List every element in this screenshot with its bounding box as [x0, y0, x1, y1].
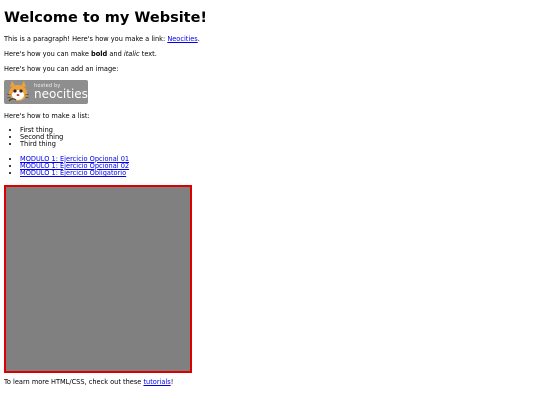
hosted-by-neocities-badge[interactable]: hosted by neocities [4, 79, 88, 104]
intro-text: This is a paragraph! Here's how you make… [4, 35, 168, 43]
list-item: First thing [20, 126, 536, 134]
list-item: Second thing [20, 133, 536, 141]
neocities-cat-icon [6, 80, 30, 102]
modulo-links-list: MODULO 1: Ejercicio Opcional 01 MODULO 1… [4, 155, 536, 178]
example-list: First thing Second thing Third thing [4, 126, 536, 149]
tutorials-link[interactable]: tutorials [143, 378, 170, 386]
list-item: MODULO 1: Ejercicio Obligatorio [20, 169, 536, 177]
italic-text: italic [123, 49, 140, 58]
list-item: Third thing [20, 140, 536, 148]
bold-text: bold [91, 49, 108, 58]
list-intro-paragraph: Here's how to make a list: [4, 111, 90, 120]
embedded-frame[interactable] [4, 185, 192, 374]
neocities-link[interactable]: Neocities [167, 35, 197, 43]
formatting-paragraph: Here's how you can make bold and italic … [4, 49, 536, 59]
intro-paragraph: This is a paragraph! Here's how you make… [4, 35, 536, 44]
intro-suffix: . [197, 35, 200, 43]
image-intro-paragraph: Here's how you can add an image: [4, 64, 119, 73]
badge-brand-text: neocities [34, 86, 88, 101]
formatting-middle: and [107, 49, 124, 58]
footer-suffix: ! [170, 378, 174, 387]
modulo-link-obligatorio[interactable]: MODULO 1: Ejercicio Obligatorio [20, 169, 126, 177]
page-title: Welcome to my Website! [4, 10, 208, 26]
footer-prefix: To learn more HTML/CSS, check out these [4, 378, 144, 387]
page-body: Welcome to my Website! This is a paragra… [0, 0, 540, 387]
formatting-suffix: text. [139, 49, 157, 58]
formatting-prefix: Here's how you can make [4, 49, 92, 58]
footer-paragraph: To learn more HTML/CSS, check out these … [4, 378, 536, 387]
